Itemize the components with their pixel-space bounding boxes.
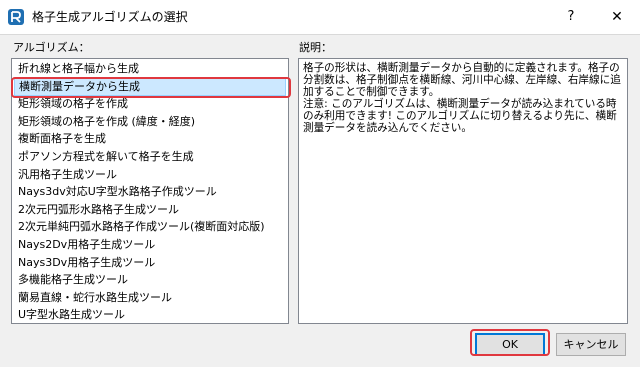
description-box: 格子の形状は、横断測量データから自動的に定義されます。格子の分割数は、格子制御点… (298, 58, 628, 324)
list-item[interactable]: Nays3Dv用格子生成ツール (14, 254, 286, 272)
description-text: 格子の形状は、横断測量データから自動的に定義されます。格子の分割数は、格子制御点… (303, 62, 621, 134)
window-title: 格子生成アルゴリズムの選択 (32, 10, 188, 24)
list-item[interactable]: Nays3dv対応U字型水路格子作成ツール (14, 183, 286, 201)
list-item[interactable]: 矩形領域の格子を作成 (緯度・経度) (14, 113, 286, 131)
list-item[interactable]: 複断面格子を生成 (14, 130, 286, 148)
close-button[interactable]: ✕ (594, 0, 640, 34)
algorithm-list-label: アルゴリズム： (13, 41, 90, 54)
list-item[interactable]: Nays2Dv用格子生成ツール (14, 236, 286, 254)
selected-item-highlight (11, 77, 291, 98)
title-bar: 格子生成アルゴリズムの選択 ? ✕ (0, 0, 640, 35)
cancel-button[interactable]: キャンセル (556, 333, 626, 356)
list-item[interactable]: 折れ線と格子幅から生成 (14, 60, 286, 78)
list-item[interactable]: 2次元円弧形水路格子生成ツール (14, 201, 286, 219)
description-label: 説明： (299, 41, 332, 54)
app-logo-icon (8, 9, 24, 25)
list-item[interactable]: 汎用格子生成ツール (14, 166, 286, 184)
list-item[interactable]: 2次元単純円弧水路格子作成ツール(複断面対応版) (14, 218, 286, 236)
help-button[interactable]: ? (548, 0, 594, 34)
list-item[interactable]: ポアソン方程式を解いて格子を生成 (14, 148, 286, 166)
ok-button-highlight (470, 329, 550, 356)
list-item[interactable]: U字型水路生成ツール (14, 306, 286, 323)
list-item[interactable]: 多機能格子生成ツール (14, 271, 286, 289)
list-item[interactable]: 蘭易直線・蛇行水路生成ツール (14, 289, 286, 307)
